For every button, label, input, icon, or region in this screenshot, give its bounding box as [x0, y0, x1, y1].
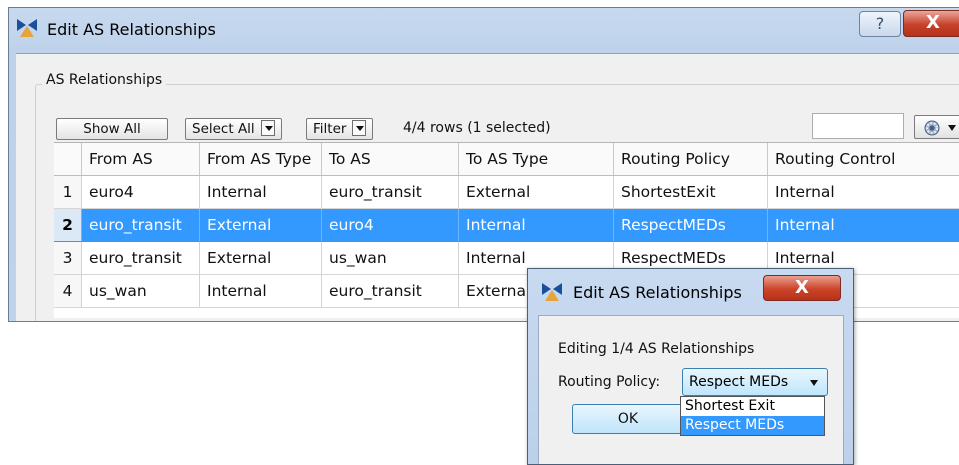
title-bar[interactable]: Edit AS Relationships ? X — [9, 8, 959, 52]
editing-status: Editing 1/4 AS Relationships — [558, 341, 755, 357]
header-corner — [54, 143, 82, 176]
routing-policy-value: Respect MEDs — [689, 374, 789, 390]
filter-button[interactable]: Filter — [306, 118, 374, 140]
dropdown-option[interactable]: Respect MEDs — [681, 416, 824, 435]
search-input[interactable] — [812, 113, 904, 139]
row-number: 1 — [54, 176, 82, 209]
routing-policy-label: Routing Policy: — [558, 374, 661, 390]
show-all-label: Show All — [83, 121, 141, 137]
table-row[interactable]: 1 euro4 Internal euro_transit External Shorte… — [54, 176, 959, 209]
chevron-down-icon — [810, 380, 818, 386]
help-button[interactable]: ? — [859, 11, 901, 37]
window-title: Edit AS Relationships — [47, 20, 216, 39]
chevron-down-icon — [260, 120, 275, 136]
table-cell[interactable]: euro4 — [82, 176, 200, 209]
table-cell[interactable]: External — [459, 176, 614, 209]
dialog-title: Edit AS Relationships — [573, 283, 742, 302]
routing-policy-options: Shortest Exit Respect MEDs — [680, 396, 825, 436]
table-cell[interactable]: Internal — [768, 176, 959, 209]
dialog-close-button[interactable]: X — [763, 275, 841, 301]
table-cell[interactable]: us_wan — [322, 242, 459, 275]
table-cell[interactable]: RespectMEDs — [614, 209, 768, 242]
row-number: 3 — [54, 242, 82, 275]
table-cell[interactable]: Internal — [200, 275, 322, 308]
column-header-to-as-type[interactable]: To AS Type — [459, 143, 614, 176]
ok-button[interactable]: OK — [572, 404, 684, 434]
row-number: 4 — [54, 275, 82, 308]
routing-policy-select[interactable]: Respect MEDs — [682, 368, 828, 396]
show-all-button[interactable]: Show All — [56, 118, 168, 140]
chevron-down-icon — [352, 120, 367, 136]
table-cell[interactable]: euro4 — [322, 209, 459, 242]
group-label: AS Relationships — [42, 72, 167, 88]
select-all-button[interactable]: Select All — [185, 118, 282, 140]
table-cell[interactable]: euro_transit — [82, 209, 200, 242]
table-cell[interactable]: Internal — [459, 209, 614, 242]
dropdown-option[interactable]: Shortest Exit — [681, 397, 824, 416]
filter-label: Filter — [313, 121, 347, 137]
dialog-content: Editing 1/4 AS Relationships Routing Pol… — [538, 315, 844, 464]
chevron-down-icon — [948, 125, 956, 131]
app-logo-icon — [542, 283, 562, 301]
close-button[interactable]: X — [903, 10, 959, 37]
table-cell[interactable]: Internal — [200, 176, 322, 209]
column-header-from-as[interactable]: From AS — [82, 143, 200, 176]
table-cell[interactable]: External — [200, 209, 322, 242]
table-cell[interactable]: euro_transit — [82, 242, 200, 275]
table-cell[interactable]: External — [200, 242, 322, 275]
column-header-from-as-type[interactable]: From AS Type — [200, 143, 322, 176]
column-header-routing-policy[interactable]: Routing Policy — [614, 143, 768, 176]
select-all-label: Select All — [192, 121, 255, 137]
table-cell[interactable]: Internal — [768, 209, 959, 242]
table-cell[interactable]: euro_transit — [322, 275, 459, 308]
row-number: 2 — [54, 209, 82, 242]
column-header-to-as[interactable]: To AS — [322, 143, 459, 176]
app-logo-icon — [17, 19, 37, 37]
column-header-routing-control[interactable]: Routing Control — [768, 143, 959, 176]
settings-button[interactable] — [914, 115, 959, 139]
table-header-row: From AS From AS Type To AS To AS Type Routin… — [54, 143, 959, 176]
table-cell[interactable]: euro_transit — [322, 176, 459, 209]
row-count: 4/4 rows (1 selected) — [403, 120, 551, 136]
table-row[interactable]: 2 euro_transit External euro4 Internal Respec… — [54, 209, 959, 242]
table-cell[interactable]: us_wan — [82, 275, 200, 308]
gear-icon — [923, 119, 941, 141]
table-cell[interactable]: ShortestExit — [614, 176, 768, 209]
